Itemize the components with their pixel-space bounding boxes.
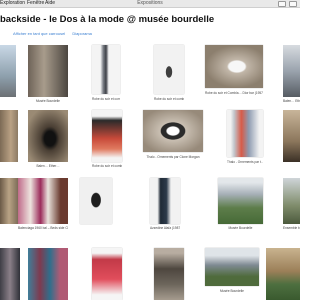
thumbnail-caption: Balen… Ether… <box>36 164 60 168</box>
menu-fenetre[interactable]: Fenêtre <box>27 0 44 7</box>
thumbnail[interactable]: Robe du soir et Combla… Dior bar (1957… <box>205 45 263 105</box>
thumbnail[interactable]: Balen… Ether… <box>28 110 68 170</box>
photo <box>154 248 184 300</box>
thumbnail[interactable] <box>154 248 184 300</box>
thumbnail[interactable] <box>92 248 122 300</box>
thumbnail[interactable]: Musée Bourdelle <box>205 248 259 300</box>
photo <box>266 248 300 300</box>
thumbnail-caption: Balen… Ether… <box>283 99 300 103</box>
photo <box>92 248 122 300</box>
thumbnail[interactable] <box>0 45 16 105</box>
thumbnail[interactable]: Robe du soir et comble… <box>92 45 120 105</box>
photo <box>92 45 120 94</box>
photo <box>205 45 263 88</box>
photo <box>80 178 112 224</box>
photo <box>28 45 68 97</box>
thumbnail[interactable] <box>28 248 68 300</box>
thumbnail[interactable]: Musée Bourdelle <box>28 45 68 105</box>
sidebar-button[interactable] <box>289 1 297 7</box>
thumbnail-caption: Ensemble bird <box>283 226 300 230</box>
thumbnail-caption: Azzedine Alaïa (1987)… <box>150 226 180 230</box>
thumbnail[interactable]: Thalo - Ornements par Clone Morgan <box>143 110 203 170</box>
thumbnail-caption: Musée Bourdelle <box>36 99 60 103</box>
thumbnail-caption: Robe du soir et Combla… Dior bar (1957… <box>205 91 263 95</box>
thumbnail[interactable]: Robe du soir et comble… <box>92 110 122 170</box>
photo <box>227 110 263 157</box>
toolbar-buttons <box>276 1 297 7</box>
thumbnail-caption: Robe du soir et comble… <box>92 164 122 168</box>
thumbnail[interactable] <box>0 178 18 238</box>
photo <box>18 178 68 224</box>
menu-exploration[interactable]: Exploration <box>0 0 25 7</box>
photo <box>0 110 18 162</box>
menu-aide[interactable]: Aide <box>45 0 55 7</box>
thumbnail[interactable]: Azzedine Alaïa (1987)… <box>150 178 180 238</box>
thumbnail[interactable]: Ensemble bird <box>283 178 300 238</box>
thumbnail[interactable]: Musée Bourdelle <box>218 178 263 238</box>
photo <box>154 45 184 94</box>
thumbnail[interactable]: Balen… Ether… <box>283 45 300 105</box>
thumbnail-caption: Robe du soir et comble… <box>154 97 184 101</box>
photo <box>0 45 16 97</box>
thumbnail-caption: Robe du soir et comble… <box>92 97 120 101</box>
menu-bar: Expositions Exploration Fenêtre Aide <box>0 0 300 8</box>
thumbnail[interactable]: Thalo - Ornements par t… <box>227 110 263 170</box>
thumbnail[interactable] <box>80 178 112 238</box>
thumbnail-caption: Balenciaga 1960 bal – Beds side Chr… <box>18 226 68 230</box>
share-button[interactable] <box>277 1 286 7</box>
photo <box>0 248 20 300</box>
thumbnail[interactable] <box>266 248 300 300</box>
photo <box>28 248 68 300</box>
thumbnail-caption: Thalo - Ornements par t… <box>227 160 263 164</box>
thumbnail-caption: Musée Bourdelle <box>220 289 244 293</box>
thumbnail[interactable] <box>0 248 20 300</box>
photo <box>283 110 300 162</box>
thumbnail[interactable]: Balenciaga 1960 bal – Beds side Chr… <box>18 178 68 238</box>
view-links: Afficher en tant que carrousel Diaporama <box>13 31 98 36</box>
photo <box>218 178 263 224</box>
photo <box>143 110 203 152</box>
carousel-link[interactable]: Afficher en tant que carrousel <box>13 31 65 36</box>
thumbnail[interactable] <box>0 110 18 170</box>
photo <box>28 110 68 162</box>
photo <box>283 178 300 224</box>
slideshow-link[interactable]: Diaporama <box>72 31 92 36</box>
thumbnail-caption: Thalo - Ornements par Clone Morgan <box>146 155 200 159</box>
photo <box>92 110 122 162</box>
photo <box>150 178 180 224</box>
page-title: backside - le Dos à la mode @ musée bour… <box>0 14 215 25</box>
photo <box>205 248 259 286</box>
thumbnail[interactable]: Robe du soir et comble… <box>154 45 184 105</box>
photo <box>0 178 18 224</box>
thumbnail-caption: Musée Bourdelle <box>228 226 253 230</box>
thumbnail[interactable] <box>283 110 300 170</box>
photo <box>283 45 300 97</box>
